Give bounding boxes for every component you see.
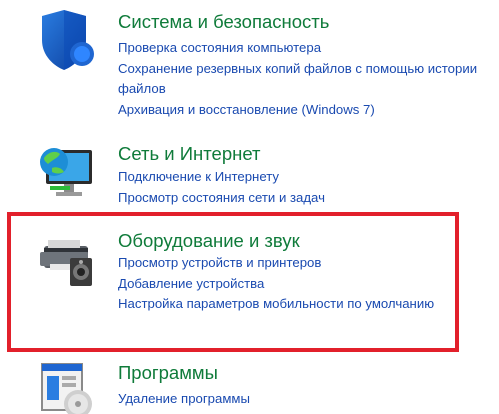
shield-icon[interactable]: [34, 10, 98, 74]
link-check-computer-status[interactable]: Проверка состояния компьютера: [118, 38, 498, 59]
link-network-status-tasks[interactable]: Просмотр состояния сети и задач: [118, 188, 325, 209]
category-title[interactable]: Сеть и Интернет: [118, 143, 260, 165]
link-file-history-backup[interactable]: Сохранение резервных копий файлов с помо…: [118, 59, 498, 100]
category-title[interactable]: Программы: [118, 362, 218, 384]
highlight-frame: [7, 212, 459, 352]
link-connect-internet[interactable]: Подключение к Интернету: [118, 167, 325, 188]
network-globe-icon[interactable]: [34, 140, 98, 204]
link-backup-restore-win7[interactable]: Архивация и восстановление (Windows 7): [118, 100, 498, 121]
programs-disc-icon[interactable]: [34, 358, 98, 414]
category-title[interactable]: Система и безопасность: [118, 11, 329, 33]
control-panel-page: Система и безопасность Проверка состояни…: [0, 0, 499, 414]
link-uninstall-program[interactable]: Удаление программы: [118, 389, 250, 410]
